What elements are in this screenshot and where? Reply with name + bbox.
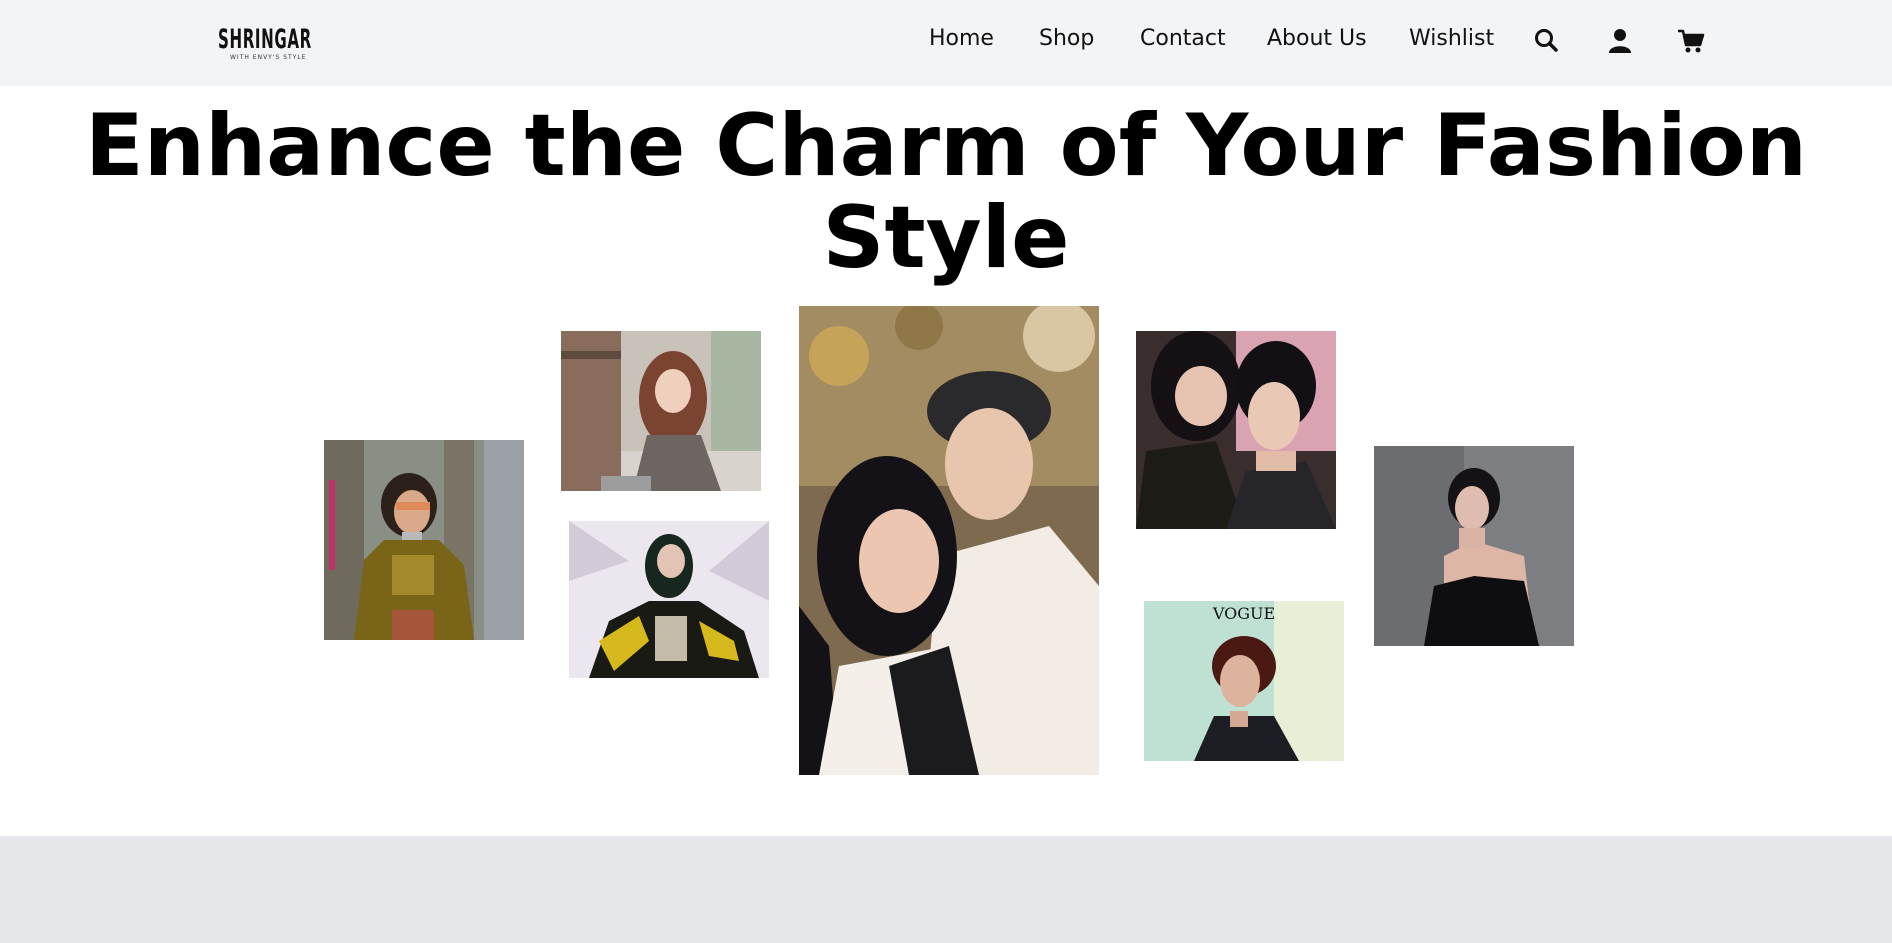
girl-in-alley-photo[interactable]	[561, 331, 761, 491]
hero-title-line2: Style	[822, 188, 1070, 288]
nav-shop[interactable]: Shop	[1039, 26, 1094, 51]
hero-title-line1: Enhance the Charm of Your Fashion	[84, 96, 1808, 196]
vogue-cover-photo[interactable]: VOGUE	[1144, 601, 1344, 761]
nav-wishlist[interactable]: Wishlist	[1409, 26, 1494, 51]
black-dress-photo[interactable]	[1374, 446, 1574, 646]
couple-selfie-photo[interactable]	[1136, 331, 1336, 529]
user-icon[interactable]	[1606, 27, 1634, 55]
yellow-jacket-photo[interactable]	[569, 521, 769, 678]
footer-band	[0, 836, 1892, 943]
logo-tagline: WITH ENVY'S STYLE	[230, 54, 307, 61]
nav-home[interactable]: Home	[929, 26, 994, 51]
cart-icon[interactable]	[1677, 27, 1705, 55]
logo-text: SHRINGAR	[218, 24, 312, 55]
site-logo[interactable]: SHRINGAR WITH ENVY'S STYLE	[218, 18, 312, 62]
nav-contact[interactable]: Contact	[1140, 26, 1226, 51]
couple-beret-photo[interactable]	[799, 306, 1099, 775]
search-icon[interactable]	[1533, 27, 1561, 55]
street-style-photo[interactable]	[324, 440, 524, 640]
site-header: SHRINGAR WITH ENVY'S STYLE Home Shop Con…	[0, 0, 1892, 86]
nav-about-us[interactable]: About Us	[1267, 26, 1367, 51]
hero-title: Enhance the Charm of Your Fashion Style	[0, 100, 1892, 284]
svg-text:VOGUE: VOGUE	[1212, 604, 1275, 623]
